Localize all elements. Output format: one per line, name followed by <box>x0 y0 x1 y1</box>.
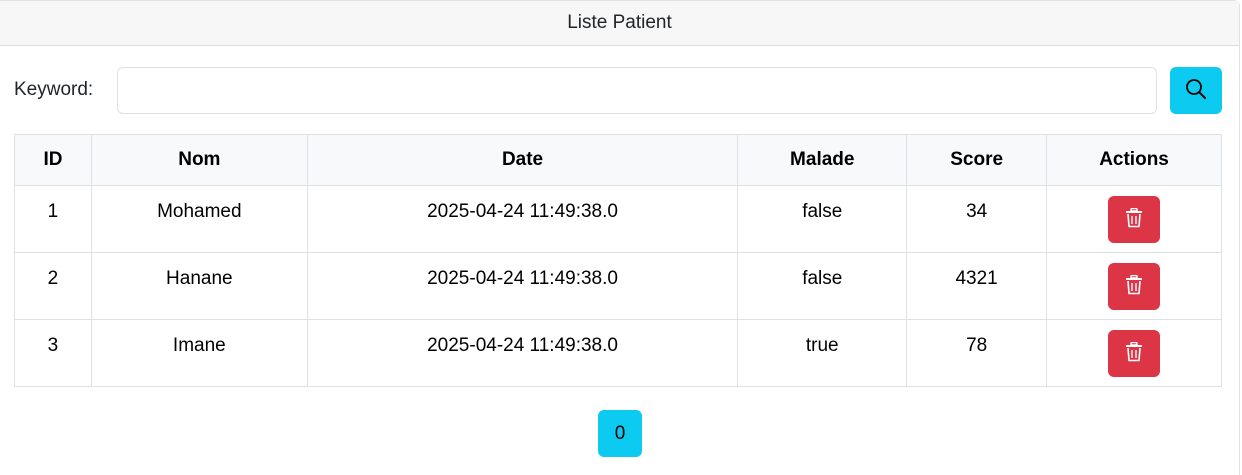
cell-malade: true <box>737 319 908 387</box>
cell-malade: false <box>737 185 908 253</box>
search-form: Keyword: <box>14 67 1222 114</box>
column-header-malade: Malade <box>737 134 908 186</box>
delete-button[interactable] <box>1108 196 1161 243</box>
cell-nom: Hanane <box>90 252 308 320</box>
cell-id: 1 <box>14 185 92 253</box>
delete-button[interactable] <box>1108 330 1161 377</box>
cell-nom: Mohamed <box>90 185 308 253</box>
cell-date: 2025-04-24 11:49:38.0 <box>306 185 739 253</box>
trash-icon <box>1125 274 1143 298</box>
cell-score: 34 <box>906 185 1048 253</box>
cell-actions <box>1046 252 1222 320</box>
column-header-score: Score <box>906 134 1048 186</box>
table-row: 2 Hanane 2025-04-24 11:49:38.0 false 432… <box>14 252 1222 320</box>
column-header-nom: Nom <box>90 134 308 186</box>
column-header-date: Date <box>306 134 739 186</box>
patient-list-card: Liste Patient Keyword: ID Nom Date Malad… <box>0 0 1240 475</box>
card-header: Liste Patient <box>0 1 1239 46</box>
page-button-0[interactable]: 0 <box>598 410 642 457</box>
column-header-actions: Actions <box>1046 134 1222 186</box>
cell-actions <box>1046 319 1222 387</box>
cell-date: 2025-04-24 11:49:38.0 <box>306 252 739 320</box>
trash-icon <box>1125 341 1143 365</box>
cell-actions <box>1046 185 1222 253</box>
trash-icon <box>1125 207 1143 231</box>
keyword-input[interactable] <box>117 67 1157 114</box>
table-row: 1 Mohamed 2025-04-24 11:49:38.0 false 34 <box>14 185 1222 253</box>
table-header-row: ID Nom Date Malade Score Actions <box>14 134 1222 186</box>
card-title: Liste Patient <box>567 12 672 33</box>
delete-button[interactable] <box>1108 263 1161 310</box>
cell-date: 2025-04-24 11:49:38.0 <box>306 319 739 387</box>
cell-malade: false <box>737 252 908 320</box>
pagination: 0 <box>0 410 1240 457</box>
search-button[interactable] <box>1170 67 1222 114</box>
cell-id: 3 <box>14 319 92 387</box>
search-icon <box>1185 78 1207 103</box>
cell-id: 2 <box>14 252 92 320</box>
table-row: 3 Imane 2025-04-24 11:49:38.0 true 78 <box>14 319 1222 387</box>
keyword-label: Keyword: <box>14 79 94 100</box>
cell-score: 4321 <box>906 252 1048 320</box>
cell-nom: Imane <box>90 319 308 387</box>
column-header-id: ID <box>14 134 92 186</box>
patients-table: ID Nom Date Malade Score Actions 1 Moham… <box>14 134 1222 387</box>
cell-score: 78 <box>906 319 1048 387</box>
